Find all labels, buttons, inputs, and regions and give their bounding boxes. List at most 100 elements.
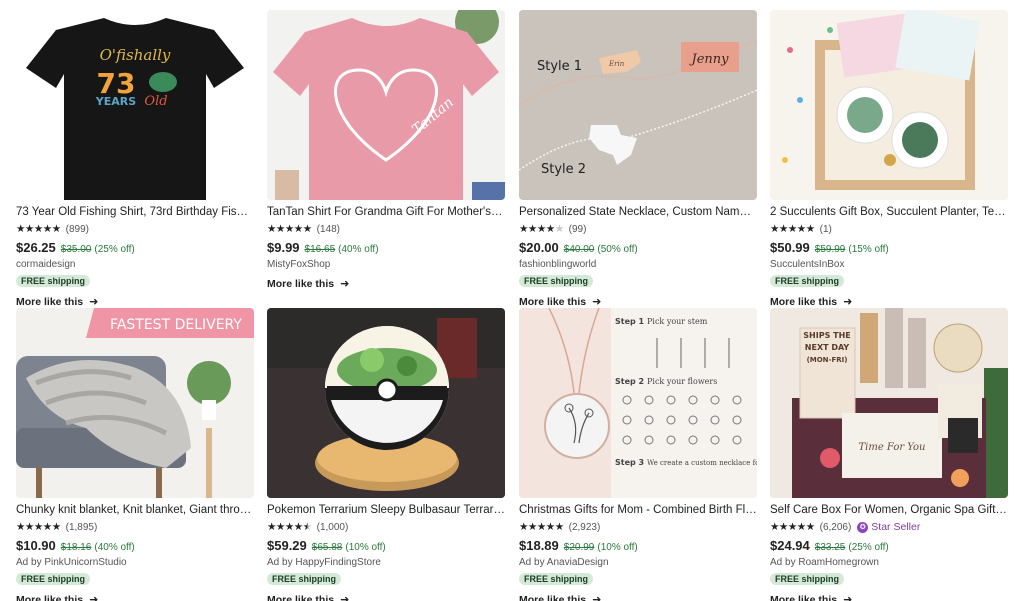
star-icon: ★	[33, 223, 43, 235]
arrow-right-icon: ➜	[592, 296, 602, 308]
listing-title[interactable]: Christmas Gifts for Mom - Combined Birth…	[519, 503, 757, 517]
star-icon: ★	[519, 521, 528, 533]
price-row: $59.29 $65.88 (10% off)	[267, 538, 505, 553]
listing-image[interactable]: SHIPS THE NEXT DAY (MON-FRI) Time For Yo…	[770, 308, 1008, 498]
star-icon: ★	[778, 223, 788, 235]
more-like-this-link[interactable]: More like this ➜	[519, 295, 757, 309]
shop-name[interactable]: fashionblingworld	[519, 259, 757, 271]
more-like-this-link[interactable]: More like this ➜	[770, 593, 1008, 601]
sale-price: $26.25	[16, 240, 56, 255]
svg-text:(MON-FRI): (MON-FRI)	[807, 356, 848, 364]
star-icon: ★	[24, 223, 34, 235]
star-icon: ★	[275, 223, 285, 235]
listing-title[interactable]: Chunky knit blanket, Knit blanket, Giant…	[16, 503, 254, 517]
listing-card[interactable]: Tantan TanTan Shirt For Grandma Gift For…	[267, 10, 505, 290]
shop-name[interactable]: Ad by HappyFindingStore	[267, 557, 505, 569]
sale-price: $59.29	[267, 538, 307, 553]
listing-title[interactable]: Personalized State Necklace, Custom Name…	[519, 205, 757, 219]
original-price: $35.00	[60, 244, 92, 255]
more-like-this-label: More like this	[519, 295, 587, 308]
listing-title[interactable]: Self Care Box For Women, Organic Spa Gif…	[770, 503, 1008, 517]
sale-price: $9.99	[267, 240, 300, 255]
free-shipping-badge: FREE shipping	[16, 573, 90, 585]
listing-card[interactable]: Pokemon Terrarium Sleepy Bulbasaur Terra…	[267, 308, 505, 601]
shop-name[interactable]: SucculentsInBox	[770, 259, 1008, 271]
star-icon: ★	[51, 223, 61, 235]
listing-image[interactable]: Erin Jenny Style 1 Style 2	[519, 10, 757, 200]
listing-image[interactable]: O'fishally 73 YEARS Old	[16, 10, 254, 200]
listing-image[interactable]: Step 1 Pick your stem Step 2 Pick your f…	[519, 308, 757, 498]
more-like-this-link[interactable]: More like this ➜	[16, 295, 254, 309]
listing-title[interactable]: 73 Year Old Fishing Shirt, 73rd Birthday…	[16, 205, 254, 219]
shop-name[interactable]: Ad by RoamHomegrown	[770, 557, 1008, 569]
star-rating: ★★★★★	[267, 521, 312, 533]
listing-image[interactable]: FASTEST DELIVERY	[16, 308, 254, 498]
star-rating: ★★★★★	[519, 223, 564, 235]
star-icon: ★	[302, 223, 312, 235]
original-price: $59.99	[814, 244, 846, 255]
price-row: $26.25 $35.00 (25% off)	[16, 240, 254, 255]
star-icon: ★	[284, 223, 294, 235]
more-like-this-link[interactable]: More like this ➜	[770, 295, 1008, 309]
more-like-this-link[interactable]: More like this ➜	[267, 277, 505, 291]
star-icon: ★	[554, 521, 564, 533]
listing-card[interactable]: SHIPS THE NEXT DAY (MON-FRI) Time For Yo…	[770, 308, 1008, 601]
star-icon: ★	[51, 521, 61, 533]
more-like-this-label: More like this	[267, 277, 335, 290]
shop-name[interactable]: Ad by AnaviaDesign	[519, 557, 757, 569]
arrow-right-icon: ➜	[340, 594, 350, 601]
free-shipping-badge: FREE shipping	[519, 573, 593, 585]
price-row: $9.99 $16.65 (40% off)	[267, 240, 505, 255]
star-icon: ★	[267, 521, 276, 533]
shop-name[interactable]: Ad by PinkUnicornStudio	[16, 557, 254, 569]
svg-text:O'fishally: O'fishally	[100, 46, 171, 64]
listing-image[interactable]: Tantan	[267, 10, 505, 200]
more-like-this-link[interactable]: More like this ➜	[519, 593, 757, 601]
listing-card[interactable]: FASTEST DELIVERY Chunky knit blanket, Kn…	[16, 308, 254, 601]
rating-count: (1,895)	[65, 521, 98, 533]
svg-text:SHIPS THE: SHIPS THE	[803, 331, 850, 340]
discount-label: (10% off)	[597, 542, 638, 553]
discount-label: (40% off)	[338, 244, 379, 255]
star-icon: ★	[796, 521, 806, 533]
listing-rating: ★★★★★ (6,206) ✪ Star Seller	[770, 521, 1008, 533]
more-like-this-link[interactable]: More like this ➜	[16, 593, 254, 601]
arrow-right-icon: ➜	[89, 296, 99, 308]
star-seller-badge: ✪ Star Seller	[857, 521, 920, 533]
listing-image[interactable]	[267, 308, 505, 498]
more-like-this-link[interactable]: More like this ➜	[267, 593, 505, 601]
arrow-right-icon: ➜	[843, 296, 853, 308]
arrow-right-icon: ➜	[340, 278, 350, 290]
star-rating: ★★★★★	[16, 223, 61, 235]
svg-text:Step 2: Step 2	[615, 377, 644, 386]
more-like-this-label: More like this	[770, 295, 838, 308]
star-icon: ★	[519, 223, 528, 235]
sale-price: $24.94	[770, 538, 810, 553]
svg-text:Old: Old	[144, 94, 167, 109]
star-icon: ★	[770, 223, 779, 235]
listing-card[interactable]: O'fishally 73 YEARS Old 73 Year Old Fish…	[16, 10, 254, 308]
listing-rating: ★★★★★ (1,895)	[16, 521, 254, 533]
star-icon: ★	[805, 521, 815, 533]
listing-grid: O'fishally 73 YEARS Old 73 Year Old Fish…	[0, 0, 1024, 601]
rating-count: (1,000)	[316, 521, 349, 533]
listing-card[interactable]: 2 Succulents Gift Box, Succulent Planter…	[770, 10, 1008, 308]
listing-card[interactable]: Erin Jenny Style 1 Style 2 Personalized …	[519, 10, 757, 308]
star-icon: ★	[536, 521, 546, 533]
svg-text:FASTEST DELIVERY: FASTEST DELIVERY	[110, 317, 242, 333]
star-icon: ★	[770, 521, 779, 533]
listing-title[interactable]: TanTan Shirt For Grandma Gift For Mother…	[267, 205, 505, 219]
star-icon: ★	[16, 521, 25, 533]
rating-count: (2,923)	[568, 521, 601, 533]
star-icon: ★	[42, 521, 52, 533]
listing-title[interactable]: Pokemon Terrarium Sleepy Bulbasaur Terra…	[267, 503, 505, 517]
listing-rating: ★★★★★ (1,000)	[267, 521, 505, 533]
listing-title[interactable]: 2 Succulents Gift Box, Succulent Planter…	[770, 205, 1008, 219]
star-icon: ★	[267, 223, 276, 235]
star-icon: ★	[275, 521, 285, 533]
shop-name[interactable]: MistyFoxShop	[267, 259, 505, 271]
sale-price: $50.99	[770, 240, 810, 255]
listing-image[interactable]	[770, 10, 1008, 200]
listing-card[interactable]: Step 1 Pick your stem Step 2 Pick your f…	[519, 308, 757, 601]
shop-name[interactable]: cormaidesign	[16, 259, 254, 271]
